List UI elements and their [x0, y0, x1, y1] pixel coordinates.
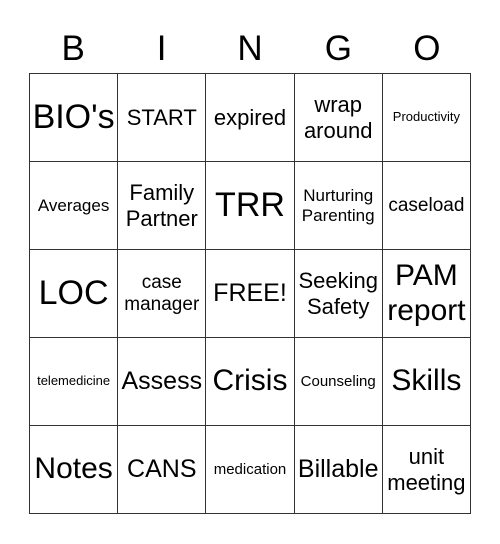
bingo-cell[interactable]: LOC — [30, 250, 119, 338]
header-letter-n: N — [237, 29, 263, 68]
header-letter-b: B — [61, 29, 85, 68]
bingo-cell[interactable]: START — [118, 74, 207, 162]
header-letter-o: O — [413, 29, 441, 68]
bingo-cell[interactable]: Billable — [294, 426, 383, 514]
bingo-cell[interactable]: PAM report — [382, 250, 471, 338]
bingo-cell[interactable]: wrap around — [294, 74, 383, 162]
bingo-cell[interactable]: Seeking Safety — [294, 250, 383, 338]
bingo-cell[interactable]: telemedicine — [30, 338, 119, 426]
bingo-cell[interactable]: Family Partner — [118, 162, 207, 250]
bingo-cell[interactable]: BIO's — [30, 74, 119, 162]
bingo-cell[interactable]: Averages — [30, 162, 119, 250]
bingo-cell[interactable]: expired — [206, 74, 295, 162]
bingo-cell[interactable]: Crisis — [206, 338, 295, 426]
bingo-cell[interactable]: Productivity — [382, 74, 471, 162]
bingo-cell[interactable]: Nurturing Parenting — [294, 162, 383, 250]
header-letter-i: I — [156, 29, 167, 68]
bingo-cell[interactable]: Assess — [118, 338, 207, 426]
bingo-cell[interactable]: TRR — [206, 162, 295, 250]
bingo-card: BIO's START expired wrap around Producti… — [29, 73, 471, 514]
bingo-cell[interactable]: caseload — [382, 162, 471, 250]
bingo-cell[interactable]: Skills — [382, 338, 471, 426]
bingo-header: B I N G O — [29, 26, 471, 72]
free-space[interactable]: FREE! — [206, 250, 295, 338]
bingo-cell[interactable]: unit meeting — [382, 426, 471, 514]
bingo-cell[interactable]: CANS — [118, 426, 207, 514]
bingo-cell[interactable]: Counseling — [294, 338, 383, 426]
bingo-cell[interactable]: Notes — [30, 426, 119, 514]
bingo-cell[interactable]: case manager — [118, 250, 207, 338]
bingo-cell[interactable]: medication — [206, 426, 295, 514]
header-letter-g: G — [324, 29, 353, 68]
